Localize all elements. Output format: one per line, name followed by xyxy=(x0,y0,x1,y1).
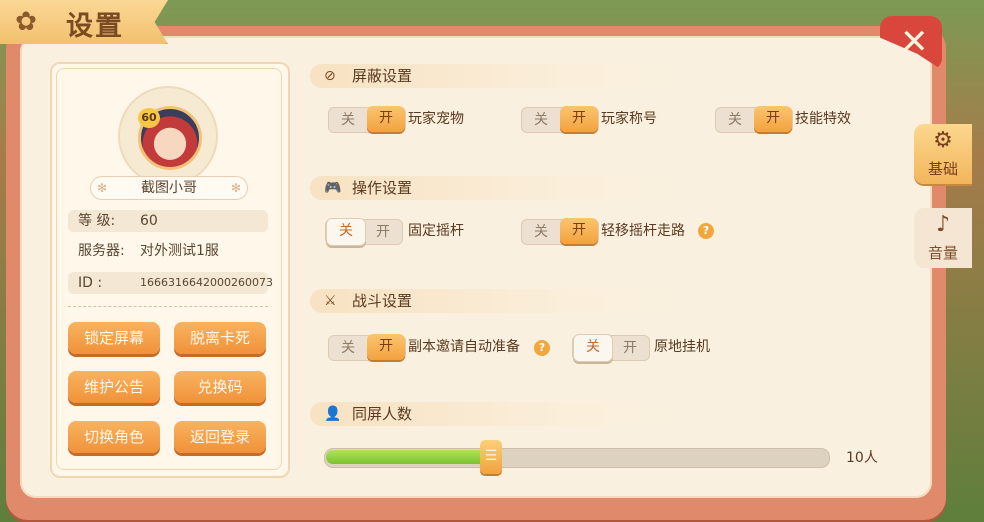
toggle-off-label: 关 xyxy=(573,334,613,362)
lock-screen-button[interactable]: 锁定屏幕 xyxy=(68,322,160,354)
auto-ready-label: 副本邀请自动准备 xyxy=(408,339,520,355)
id-label: ID : xyxy=(78,275,103,291)
help-icon[interactable]: ? xyxy=(534,340,550,356)
tab-basic-label: 基础 xyxy=(927,160,958,178)
unstuck-button[interactable]: 脱离卡死 xyxy=(174,322,266,354)
window-title: 设置 xyxy=(66,11,124,42)
players-on-screen-title: 同屏人数 xyxy=(352,405,413,423)
toggle-off-label: 关 xyxy=(341,340,355,356)
toggle-on-label: 开 xyxy=(560,106,598,132)
light-joystick-walk-label: 轻移摇杆走路 xyxy=(601,223,685,239)
toggle-off-label: 关 xyxy=(534,112,548,128)
player-name-plate: ✻ 截图小哥 ✻ xyxy=(90,176,248,200)
toggle-off-label: 关 xyxy=(326,218,366,246)
skill-effects-label: 技能特效 xyxy=(795,111,851,127)
help-icon[interactable]: ? xyxy=(698,223,714,239)
toggle-player-titles[interactable]: 关 开 xyxy=(521,106,599,133)
toggle-auto-ready[interactable]: 关 开 xyxy=(328,334,406,361)
level-badge: 60 xyxy=(138,108,160,128)
gamepad-icon: 🎮 xyxy=(324,180,342,196)
level-label: 等 级: xyxy=(78,213,116,229)
flower-icon: ✻ xyxy=(97,181,108,195)
toggle-on-label: 开 xyxy=(367,106,405,132)
block-settings-title: 屏蔽设置 xyxy=(352,67,413,85)
level-row: 等 级: 60 xyxy=(68,210,268,232)
players-count-value: 10人 xyxy=(846,450,878,466)
sword-icon: ⚔ xyxy=(324,293,337,309)
close-icon[interactable]: ✕ xyxy=(900,22,929,62)
toggle-idle-in-place[interactable]: 关 开 xyxy=(572,334,650,362)
server-row: 服务器: 对外测试1服 xyxy=(68,240,268,262)
player-name: 截图小哥 xyxy=(141,180,197,196)
divider xyxy=(68,306,268,307)
tab-basic[interactable]: ⚙ 基础 xyxy=(914,124,972,184)
block-settings-header: ⊘ 屏蔽设置 xyxy=(310,64,700,88)
players-slider-handle[interactable]: ☰ xyxy=(480,440,502,474)
flower-icon: ✻ xyxy=(230,181,241,195)
server-label: 服务器: xyxy=(78,243,125,259)
toggle-off-label: 关 xyxy=(728,112,742,128)
idle-in-place-label: 原地挂机 xyxy=(654,339,710,355)
switch-character-button[interactable]: 切换角色 xyxy=(68,421,160,453)
redeem-code-button[interactable]: 兑换码 xyxy=(174,371,266,403)
battle-settings-header: ⚔ 战斗设置 xyxy=(310,289,700,313)
music-icon: ♪ xyxy=(935,212,951,237)
control-settings-header: 🎮 操作设置 xyxy=(310,176,700,200)
toggle-on-label: 开 xyxy=(376,224,390,240)
player-titles-label: 玩家称号 xyxy=(601,111,657,127)
gears-icon: ⚙ xyxy=(933,128,953,153)
block-icon: ⊘ xyxy=(324,68,336,84)
toggle-skill-effects[interactable]: 关 开 xyxy=(715,106,793,133)
return-login-button[interactable]: 返回登录 xyxy=(174,421,266,453)
toggle-on-label: 开 xyxy=(560,218,598,244)
maintenance-notice-button[interactable]: 维护公告 xyxy=(68,371,160,403)
gear-icon: ✿ xyxy=(15,7,37,37)
players-slider-fill xyxy=(326,450,491,464)
control-settings-title: 操作设置 xyxy=(352,179,413,197)
id-value: 1666316642000260073 xyxy=(140,276,273,289)
tab-volume-label: 音量 xyxy=(927,244,958,262)
tab-volume[interactable]: ♪ 音量 xyxy=(914,208,972,268)
fixed-joystick-label: 固定摇杆 xyxy=(408,223,464,239)
toggle-on-label: 开 xyxy=(754,106,792,132)
server-value: 对外测试1服 xyxy=(140,243,219,259)
toggle-on-label: 开 xyxy=(367,334,405,360)
toggle-off-label: 关 xyxy=(341,112,355,128)
toggle-on-label: 开 xyxy=(623,340,637,356)
toggle-off-label: 关 xyxy=(534,224,548,240)
toggle-light-joystick-walk[interactable]: 关 开 xyxy=(521,218,599,245)
toggle-player-pets[interactable]: 关 开 xyxy=(328,106,406,133)
level-value: 60 xyxy=(140,213,158,229)
id-row: ID : 1666316642000260073 xyxy=(68,272,273,294)
players-on-screen-header: 👤 同屏人数 xyxy=(310,402,700,426)
people-icon: 👤 xyxy=(324,406,342,422)
battle-settings-title: 战斗设置 xyxy=(352,292,413,310)
toggle-fixed-joystick[interactable]: 关 开 xyxy=(325,218,403,246)
player-pets-label: 玩家宠物 xyxy=(408,111,464,127)
